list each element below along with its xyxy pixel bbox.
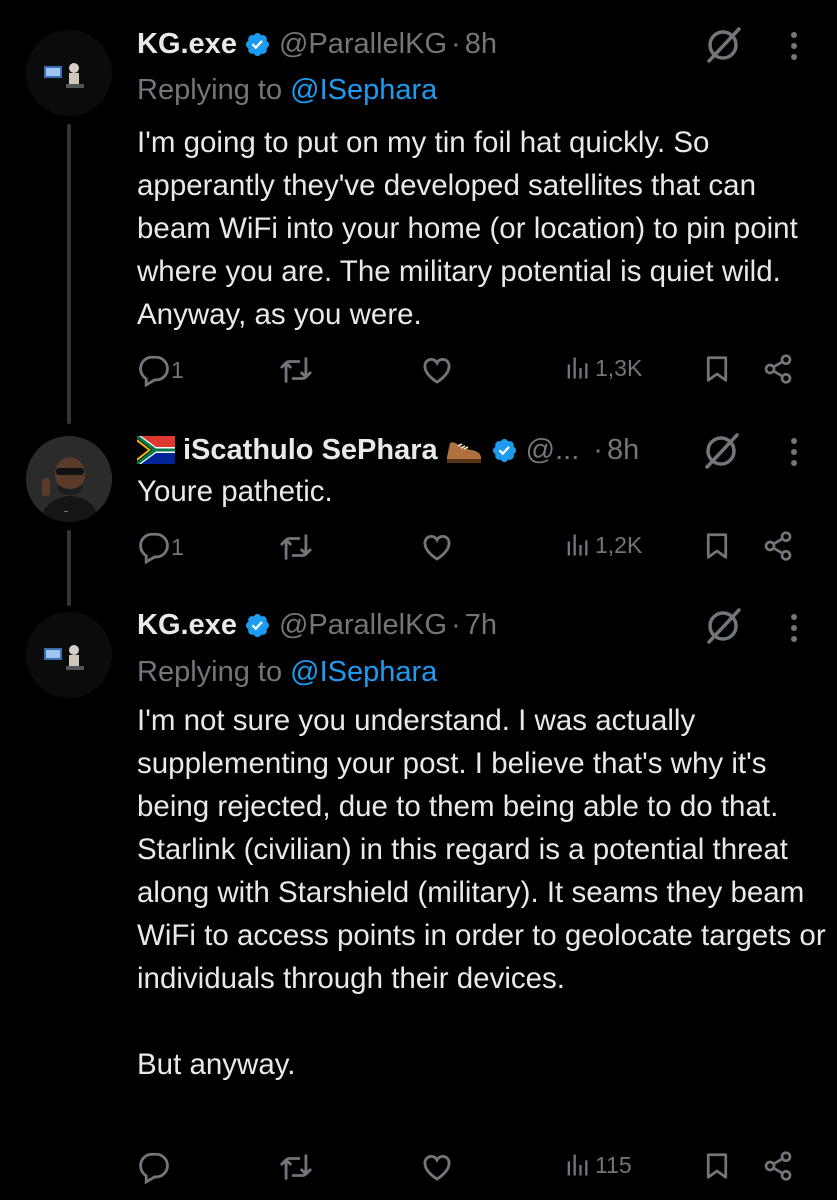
bookmark-icon xyxy=(706,1153,728,1179)
replying-prefix: Replying to xyxy=(137,656,291,688)
views-button[interactable]: 115 xyxy=(563,1150,632,1180)
replying-to: Replying to @ISephara xyxy=(137,74,437,107)
like-icon xyxy=(423,358,451,384)
grok-icon[interactable] xyxy=(702,605,744,647)
views-button[interactable]: 1,3K xyxy=(563,353,642,383)
reply-button[interactable] xyxy=(137,1150,171,1184)
share-button[interactable] xyxy=(762,1150,794,1182)
share-button[interactable] xyxy=(762,353,794,385)
more-icon[interactable] xyxy=(789,436,799,468)
views-count: 1,3K xyxy=(595,354,643,381)
avatar-kgexe[interactable] xyxy=(26,612,112,698)
action-bar: 1 1,3K xyxy=(0,353,837,393)
bookmark-button[interactable] xyxy=(702,353,732,385)
reply-button[interactable]: 1 xyxy=(137,353,184,387)
avatar-kgexe[interactable] xyxy=(26,30,112,116)
tweet-header: KG.exe @ParallelKG · 7h xyxy=(137,605,497,645)
reply-icon xyxy=(139,355,169,387)
separator-dot: · xyxy=(451,27,461,60)
bookmark-icon xyxy=(706,533,728,559)
share-icon xyxy=(764,354,792,384)
retweet-button[interactable] xyxy=(278,1150,314,1184)
views-count: 1,2K xyxy=(595,531,643,558)
tweet-text: Youre pathetic. xyxy=(137,475,333,508)
verified-badge-icon xyxy=(245,32,269,56)
handle[interactable]: @... xyxy=(526,434,580,467)
retweet-icon xyxy=(280,534,312,560)
retweet-icon xyxy=(280,1154,312,1180)
share-icon xyxy=(764,1151,792,1181)
verified-badge-icon xyxy=(492,438,516,462)
replying-mention[interactable]: @ISephara xyxy=(290,74,437,106)
tweet-header: iScathulo SePhara @... · 8h xyxy=(137,430,639,470)
like-icon xyxy=(423,1155,451,1181)
reply-button[interactable]: 1 xyxy=(137,530,184,564)
display-name[interactable]: KG.exe xyxy=(137,609,237,642)
handle[interactable]: @ParallelKG xyxy=(279,609,447,642)
replying-to: Replying to @ISephara xyxy=(137,656,437,689)
views-icon xyxy=(567,1154,588,1176)
retweet-button[interactable] xyxy=(278,530,314,564)
svg-text:~: ~ xyxy=(64,509,68,516)
replying-mention[interactable]: @ISephara xyxy=(290,656,437,688)
share-icon xyxy=(764,531,792,561)
display-name[interactable]: iScathulo SePhara xyxy=(183,434,438,467)
more-icon[interactable] xyxy=(789,30,799,62)
avatar-iscathulo[interactable]: ~ xyxy=(26,436,112,522)
reply-count: 1 xyxy=(171,533,184,560)
reply-icon xyxy=(139,532,169,564)
bookmark-icon xyxy=(706,356,728,382)
tweet-text: I'm not sure you understand. I was actua… xyxy=(137,704,826,1081)
views-icon xyxy=(567,534,588,556)
views-icon xyxy=(567,357,588,379)
reply-count: 1 xyxy=(171,356,184,383)
separator-dot: · xyxy=(451,608,461,641)
like-button[interactable] xyxy=(420,530,454,564)
handle[interactable]: @ParallelKG xyxy=(279,28,447,61)
south-africa-flag-icon xyxy=(137,436,175,464)
like-button[interactable] xyxy=(420,353,454,387)
views-count: 115 xyxy=(595,1151,632,1178)
more-icon[interactable] xyxy=(789,612,799,644)
tweet-header: KG.exe @ParallelKG · 8h xyxy=(137,24,497,64)
retweet-button[interactable] xyxy=(278,353,314,387)
verified-badge-icon xyxy=(245,613,269,637)
reply-icon xyxy=(139,1152,169,1184)
like-button[interactable] xyxy=(420,1150,454,1184)
timestamp[interactable]: 7h xyxy=(465,609,497,642)
timestamp[interactable]: 8h xyxy=(607,434,639,467)
timestamp[interactable]: 8h xyxy=(465,28,497,61)
views-button[interactable]: 1,2K xyxy=(563,530,642,560)
share-button[interactable] xyxy=(762,530,794,562)
action-bar: 1 1,2K xyxy=(0,530,837,570)
grok-icon[interactable] xyxy=(700,430,742,472)
tweet-text: I'm going to put on my tin foil hat quic… xyxy=(137,126,798,331)
grok-icon[interactable] xyxy=(702,24,744,66)
like-icon xyxy=(423,535,451,561)
action-bar: 115 xyxy=(0,1150,837,1190)
display-name[interactable]: KG.exe xyxy=(137,28,237,61)
replying-prefix: Replying to xyxy=(137,74,291,106)
retweet-icon xyxy=(280,357,312,383)
bookmark-button[interactable] xyxy=(702,1150,732,1182)
separator-dot: · xyxy=(593,433,603,466)
bookmark-button[interactable] xyxy=(702,530,732,562)
shoe-emoji-icon xyxy=(446,442,481,463)
